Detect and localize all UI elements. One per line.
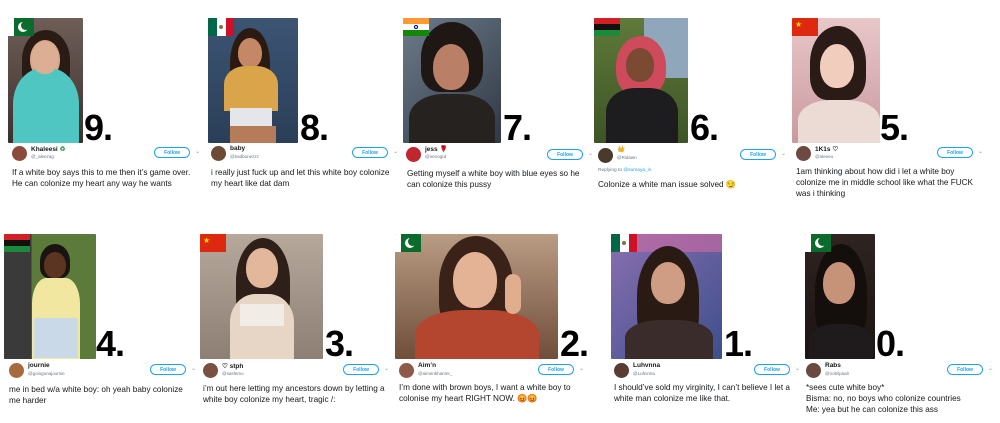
- username[interactable]: Luhvnna: [633, 362, 660, 369]
- photo: [611, 234, 722, 359]
- chevron-down-icon[interactable]: ⌄: [191, 365, 196, 372]
- flag-china-icon: ★: [200, 234, 226, 252]
- tweet-text: i really just fuck up and let this white…: [211, 168, 390, 188]
- avatar[interactable]: [614, 363, 629, 378]
- rose-badge-icon: 🌹: [439, 146, 448, 153]
- tweet-text: Colonize a white man issue solved 😏: [598, 180, 737, 189]
- flag-pakistan-icon: [805, 234, 831, 252]
- rank-number: 1.: [724, 323, 753, 364]
- chevron-down-icon[interactable]: ⌄: [795, 365, 800, 372]
- follow-button[interactable]: Follow: [937, 147, 973, 158]
- avatar[interactable]: [399, 363, 414, 378]
- rank-number: 7.: [503, 107, 532, 148]
- avatar[interactable]: [598, 148, 613, 163]
- chevron-down-icon[interactable]: ⌄: [393, 148, 398, 155]
- chevron-down-icon[interactable]: ⌄: [588, 150, 593, 157]
- smirk-emoji-icon: 😏: [725, 180, 737, 189]
- avatar[interactable]: [9, 363, 24, 378]
- avatar[interactable]: [203, 363, 218, 378]
- avatar[interactable]: [12, 146, 27, 161]
- chevron-down-icon[interactable]: ⌄: [781, 150, 786, 157]
- reply-to-link[interactable]: @sumaya_in: [623, 168, 651, 173]
- recycle-badge-icon: ♻: [59, 146, 66, 153]
- username[interactable]: Aim’n: [418, 362, 436, 369]
- user-handle[interactable]: @badbonezzz: [230, 154, 259, 159]
- follow-button[interactable]: Follow: [947, 364, 983, 375]
- photo: [4, 234, 96, 359]
- photo: [805, 234, 875, 359]
- tweet-text: If a white boy says this to me then it’s…: [12, 168, 191, 188]
- username[interactable]: 👑: [617, 145, 625, 153]
- photo: ★: [200, 234, 323, 359]
- username[interactable]: journie: [28, 362, 50, 369]
- user-handle[interactable]: @aleeeu: [815, 154, 833, 159]
- flag-india-icon: [403, 18, 429, 36]
- rank-number: 8.: [300, 107, 329, 148]
- avatar[interactable]: [796, 146, 811, 161]
- follow-button[interactable]: Follow: [154, 147, 190, 158]
- user-handle[interactable]: @Ridawn: [617, 155, 637, 160]
- flag-china-icon: ★: [792, 18, 818, 36]
- chevron-down-icon[interactable]: ⌄: [579, 365, 584, 372]
- avatar[interactable]: [806, 363, 821, 378]
- follow-button[interactable]: Follow: [547, 149, 583, 160]
- follow-button[interactable]: Follow: [754, 364, 790, 375]
- user-handle[interactable]: @Luhvnna: [633, 371, 655, 376]
- follow-button[interactable]: Follow: [538, 364, 574, 375]
- rank-number: 3.: [325, 323, 354, 364]
- rank-number: 4.: [96, 323, 125, 364]
- follow-button[interactable]: Follow: [343, 364, 379, 375]
- follow-button[interactable]: Follow: [150, 364, 186, 375]
- flag-african-icon: [594, 18, 620, 36]
- chevron-down-icon[interactable]: ⌄: [384, 365, 389, 372]
- tweet-text: I should’ve sold my virginity, I can’t b…: [614, 383, 790, 403]
- rank-number: 5.: [880, 107, 909, 148]
- reply-context: Replying to @sumaya_in: [598, 168, 652, 173]
- follow-button[interactable]: Follow: [352, 147, 388, 158]
- tweet-text: me in bed w/a white boy: oh yeah baby co…: [9, 385, 183, 405]
- photo: [594, 18, 688, 143]
- avatar[interactable]: [211, 146, 226, 161]
- rank-number: 0.: [876, 323, 905, 364]
- photo: [395, 234, 558, 359]
- photo: [8, 18, 83, 143]
- rank-number: 9.: [84, 107, 113, 148]
- follow-button[interactable]: Follow: [740, 149, 776, 160]
- username[interactable]: baby: [230, 145, 245, 152]
- username[interactable]: Khaleesi ♻: [31, 145, 65, 153]
- chevron-down-icon[interactable]: ⌄: [195, 148, 200, 155]
- user-handle[interactable]: @aimenkhanmr_: [418, 371, 452, 376]
- flag-pakistan-icon: [395, 234, 421, 252]
- photo: ★: [792, 18, 880, 143]
- crown-badge-icon: 👑: [617, 146, 626, 153]
- user-handle[interactable]: @sasfemo: [222, 371, 244, 376]
- username[interactable]: 1K1s ♡: [815, 145, 838, 153]
- flag-mexico-icon: [208, 18, 234, 36]
- tweet-text: I’m done with brown boys, I want a white…: [399, 383, 571, 403]
- username[interactable]: jess 🌹: [425, 145, 448, 153]
- user-handle[interactable]: @goingonajournie: [28, 371, 65, 376]
- username[interactable]: Rabs: [825, 362, 841, 369]
- rank-number: 6.: [690, 107, 719, 148]
- username[interactable]: ♡ stph: [222, 362, 243, 370]
- tweet-text: Getting myself a white boy with blue eye…: [407, 169, 580, 189]
- tweet-text: 1am thinking about how did i let a white…: [796, 167, 974, 198]
- user-handle[interactable]: @nenogrd: [425, 154, 446, 159]
- photo: [208, 18, 298, 143]
- user-handle[interactable]: @nobilpaalr: [825, 371, 849, 376]
- photo: [403, 18, 501, 143]
- chevron-down-icon[interactable]: ⌄: [988, 365, 993, 372]
- tweet-text: i’m out here letting my ancestors down b…: [203, 384, 385, 404]
- chevron-down-icon[interactable]: ⌄: [978, 148, 983, 155]
- avatar[interactable]: [406, 147, 421, 162]
- user-handle[interactable]: @_aleezag: [31, 154, 54, 159]
- flag-mexico-icon: [611, 234, 637, 252]
- angry-emoji-icon: 😡😡: [517, 394, 538, 403]
- rank-number: 2.: [560, 323, 589, 364]
- flag-pakistan-icon: [8, 18, 34, 36]
- flag-african-icon: [4, 234, 30, 252]
- tweet-text: *sees cute white boy* Bisma: no, no boys…: [806, 383, 961, 414]
